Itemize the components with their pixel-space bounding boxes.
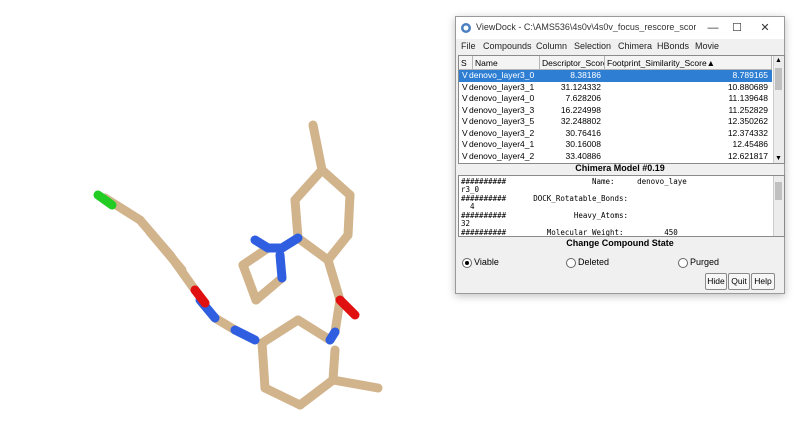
table-row[interactable]: Vdenovo_layer3_0 8.38186 8.789165 — [459, 70, 772, 82]
detail-line: r3_0 — [461, 185, 480, 194]
row-footprint-score: 12.621817 — [727, 150, 768, 161]
row-name: denovo_layer4_2 — [469, 150, 535, 161]
row-status: V — [462, 93, 468, 103]
column-header-descriptor-score[interactable]: Descriptor_Score — [540, 56, 605, 70]
row-descriptor-score: 30.16008 — [565, 139, 601, 149]
menu-bar: File Compounds Column Selection Chimera … — [456, 39, 784, 54]
state-label-deleted: Deleted — [578, 257, 610, 267]
menu-compounds[interactable]: Compounds — [483, 41, 532, 51]
compound-details-pane[interactable]: ########## Name: denovo_laye r3_0 ######… — [458, 175, 785, 237]
table-row[interactable]: Vdenovo_layer4_2 33.40886 12.621817 — [459, 151, 772, 163]
detail-line: 4 — [461, 202, 475, 211]
column-header-name[interactable]: Name — [473, 56, 540, 70]
chimera-app-icon — [461, 23, 471, 33]
row-status: V — [462, 150, 468, 161]
row-footprint-score: 10.880689 — [727, 81, 768, 92]
table-row[interactable]: Vdenovo_layer3_3 16.224998 11.252829 — [459, 105, 772, 117]
methyl-bond — [308, 120, 327, 175]
menu-file[interactable]: File — [461, 41, 476, 51]
details-scrollbar[interactable] — [773, 176, 784, 236]
row-status: V — [462, 127, 468, 138]
row-descriptor-score: 33.40886 — [565, 150, 601, 161]
table-row[interactable]: Vdenovo_layer4_1 30.16008 12.45486 — [459, 139, 772, 151]
row-status: V — [462, 139, 468, 149]
menu-movie[interactable]: Movie — [695, 41, 719, 51]
table-scrollbar[interactable]: ▲ ▼ — [773, 56, 784, 163]
radio-viable[interactable] — [462, 258, 472, 268]
menu-column[interactable]: Column — [536, 41, 567, 51]
table-row[interactable]: Vdenovo_layer3_1 31.124332 10.880689 — [459, 82, 772, 94]
row-footprint-score: 11.139648 — [728, 93, 768, 103]
menu-selection[interactable]: Selection — [574, 41, 611, 51]
menu-chimera[interactable]: Chimera — [618, 41, 652, 51]
state-label-viable: Viable — [474, 257, 499, 267]
scroll-down-icon[interactable]: ▼ — [775, 155, 782, 162]
detail-line: ########## DOCK_Rotatable_Bonds: — [461, 194, 629, 203]
row-descriptor-score: 8.38186 — [570, 70, 601, 80]
model-label: Chimera Model #0.19 — [575, 163, 665, 173]
row-footprint-score: 12.374332 — [727, 127, 768, 138]
title-bar[interactable]: ViewDock - C:\AMS536\4s0v\4s0v_focus_res… — [456, 17, 784, 39]
row-footprint-score: 8.789165 — [732, 70, 768, 80]
ligand-structure — [93, 120, 383, 410]
row-footprint-score: 12.350262 — [727, 116, 768, 126]
table-row[interactable]: Vdenovo_layer4_0 7.628206 11.139648 — [459, 93, 772, 105]
row-descriptor-score: 30.76416 — [565, 127, 601, 138]
row-descriptor-score: 31.124332 — [560, 81, 601, 92]
change-state-label: Change Compound State — [566, 238, 674, 248]
minimize-icon[interactable]: — — [702, 20, 724, 36]
compound-table: S Name Descriptor_Score Footprint_Simila… — [458, 55, 785, 164]
column-header-footprint-score[interactable]: Footprint_Similarity_Score▲ — [605, 56, 772, 70]
detail-line: ########## Name: denovo_laye — [461, 177, 687, 186]
menu-hbonds[interactable]: HBonds — [657, 41, 689, 51]
state-label-purged: Purged — [690, 257, 720, 267]
scroll-up-icon[interactable]: ▲ — [775, 57, 782, 64]
scroll-thumb[interactable] — [775, 68, 782, 90]
column-header-status[interactable]: S — [459, 56, 473, 70]
radio-purged[interactable] — [678, 258, 688, 268]
detail-line: 32 — [461, 219, 471, 228]
row-name: denovo_layer3_2 — [469, 127, 535, 138]
table-row[interactable]: Vdenovo_layer3_2 30.76416 12.374332 — [459, 128, 772, 140]
row-name: denovo_layer3_3 — [469, 104, 535, 115]
table-row[interactable]: Vdenovo_layer3_5 32.248802 12.350262 — [459, 116, 772, 128]
row-status: V — [462, 104, 468, 115]
detail-line: ########## Heavy_Atoms: — [461, 211, 629, 220]
viewdock-window: ViewDock - C:\AMS536\4s0v\4s0v_focus_res… — [455, 16, 785, 294]
row-name: denovo_layer4_0 — [469, 93, 535, 103]
detail-line: ########## Molecular_Weight: 450 — [461, 228, 678, 237]
quit-button[interactable]: Quit — [728, 273, 750, 290]
row-status: V — [462, 70, 468, 80]
row-name: denovo_layer3_1 — [469, 81, 535, 92]
row-status: V — [462, 81, 468, 92]
row-name: denovo_layer3_5 — [469, 116, 535, 126]
radio-deleted[interactable] — [566, 258, 576, 268]
row-descriptor-score: 32.248802 — [560, 116, 601, 126]
close-icon[interactable]: ✕ — [754, 20, 776, 36]
hide-button[interactable]: Hide — [705, 273, 727, 290]
row-status: V — [462, 116, 468, 126]
row-descriptor-score: 16.224998 — [560, 104, 601, 115]
maximize-icon[interactable]: ☐ — [726, 20, 748, 36]
details-scroll-thumb[interactable] — [775, 182, 782, 200]
row-footprint-score: 11.252829 — [728, 104, 768, 115]
row-name: denovo_layer4_1 — [469, 139, 535, 149]
help-button[interactable]: Help — [751, 273, 775, 290]
window-title: ViewDock - C:\AMS536\4s0v\4s0v_focus_res… — [476, 22, 696, 32]
row-footprint-score: 12.45486 — [732, 139, 768, 149]
row-descriptor-score: 7.628206 — [565, 93, 601, 103]
row-name: denovo_layer3_0 — [469, 70, 535, 80]
table-body: Vdenovo_layer3_0 8.38186 8.789165 Vdenovo_l… — [459, 70, 772, 163]
